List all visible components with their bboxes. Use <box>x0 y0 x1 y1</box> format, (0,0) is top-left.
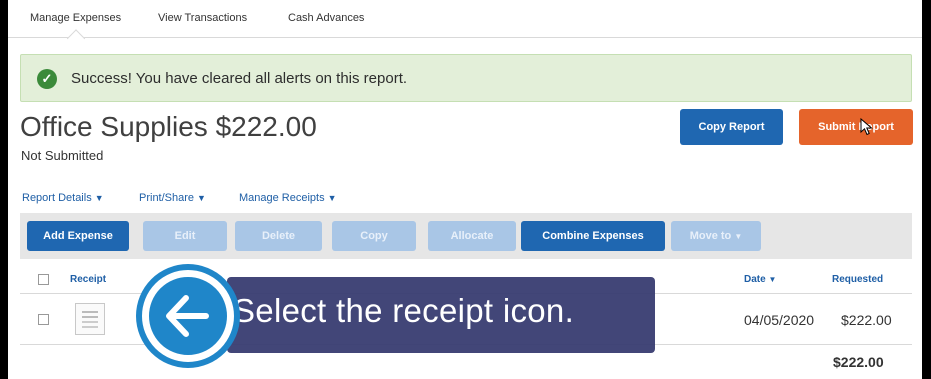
delete-button[interactable]: Delete <box>235 221 322 251</box>
expense-report-window: Manage Expenses View Transactions Cash A… <box>8 0 922 379</box>
row-checkbox[interactable] <box>38 314 49 325</box>
report-status: Not Submitted <box>21 148 104 163</box>
mouse-cursor-icon <box>860 118 873 136</box>
date-column-header[interactable]: Date ▼ <box>744 274 776 285</box>
tutorial-callout: Select the receipt icon. <box>227 277 655 353</box>
sort-down-icon: ▼ <box>768 275 777 284</box>
receipt-icon[interactable] <box>75 303 105 335</box>
copy-report-button[interactable]: Copy Report <box>680 109 783 145</box>
arrow-left-glyph <box>166 295 209 337</box>
alert-message: Success! You have cleared all alerts on … <box>71 70 408 87</box>
combine-expenses-button[interactable]: Combine Expenses <box>521 221 665 251</box>
select-all-checkbox[interactable] <box>38 274 49 285</box>
success-alert: ✓ Success! You have cleared all alerts o… <box>20 54 912 102</box>
callout-text: Select the receipt icon. <box>233 292 575 329</box>
submit-report-button[interactable]: Submit Report <box>799 109 913 145</box>
caret-down-icon: ▼ <box>197 193 206 203</box>
allocate-button[interactable]: Allocate <box>428 221 516 251</box>
expense-date: 04/05/2020 <box>744 312 815 328</box>
check-icon: ✓ <box>37 69 57 89</box>
report-details-menu[interactable]: Report Details ▼ <box>22 192 104 204</box>
print-share-menu[interactable]: Print/Share ▼ <box>139 192 206 204</box>
expense-amount: $222.00 <box>841 312 892 328</box>
print-share-label: Print/Share <box>139 192 195 204</box>
tab-view-transactions[interactable]: View Transactions <box>158 12 247 24</box>
move-to-button[interactable]: Move to ▼ <box>671 221 761 251</box>
report-details-label: Report Details <box>22 192 92 204</box>
edit-button[interactable]: Edit <box>143 221 227 251</box>
copy-button[interactable]: Copy <box>332 221 416 251</box>
arrow-left-icon <box>142 270 234 362</box>
caret-down-icon: ▼ <box>734 232 743 241</box>
caret-down-icon: ▼ <box>94 193 104 203</box>
date-header-label: Date <box>744 274 766 285</box>
report-title: Office Supplies $222.00 <box>20 111 317 142</box>
manage-receipts-label: Manage Receipts <box>239 192 325 204</box>
receipt-column-header[interactable]: Receipt <box>70 274 106 285</box>
top-navigation: Manage Expenses View Transactions Cash A… <box>8 0 922 38</box>
requested-column-header[interactable]: Requested <box>832 274 883 285</box>
report-total: $222.00 <box>833 354 884 370</box>
move-to-label: Move to <box>689 230 732 242</box>
tab-cash-advances[interactable]: Cash Advances <box>288 12 364 24</box>
manage-receipts-menu[interactable]: Manage Receipts ▼ <box>239 192 337 204</box>
expense-toolbar: Add Expense Edit Delete Copy Allocate Co… <box>20 213 912 259</box>
tab-manage-expenses[interactable]: Manage Expenses <box>30 12 121 24</box>
caret-down-icon: ▼ <box>327 193 337 203</box>
add-expense-button[interactable]: Add Expense <box>27 221 129 251</box>
